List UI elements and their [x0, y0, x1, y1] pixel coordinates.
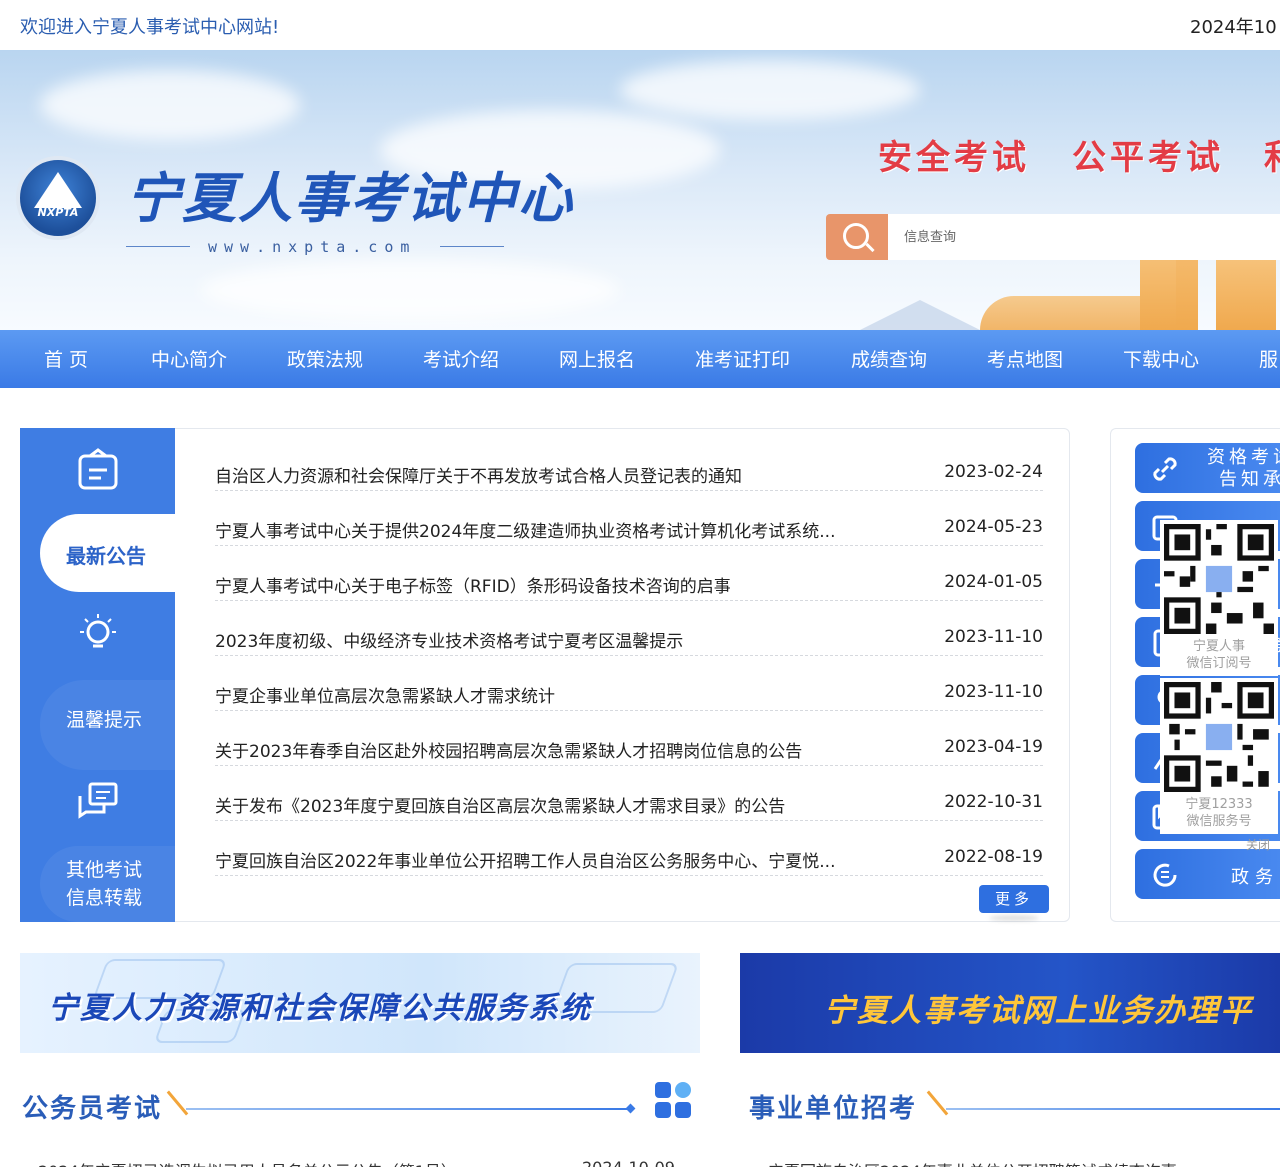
- news-row[interactable]: 关于发布《2023年度宁夏回族自治区高层次急需紧缺人才需求目录》的公告 2022…: [215, 766, 1043, 821]
- qr-code-icon: [1164, 524, 1274, 634]
- tab-latest-label[interactable]: 最新公告: [66, 540, 146, 569]
- cloud-decoration: [620, 60, 920, 120]
- news-title[interactable]: 宁夏人事考试中心关于提供2024年度二级建造师执业资格考试计算机化考试系统...: [215, 517, 915, 542]
- main-nav: 首 页 中心简介 政策法规 考试介绍 网上报名 准考证打印 成绩查询 考点地图 …: [0, 330, 1280, 388]
- news-row[interactable]: 自治区人力资源和社会保障厅关于不再发放考试合格人员登记表的通知 2023-02-…: [215, 436, 1043, 491]
- qr-code-icon: [1164, 682, 1274, 792]
- news-list-panel: 自治区人力资源和社会保障厅关于不再发放考试合格人员登记表的通知 2023-02-…: [175, 428, 1070, 922]
- nav-admission-ticket[interactable]: 准考证打印: [695, 345, 790, 372]
- news-title[interactable]: 关于发布《2023年度宁夏回族自治区高层次急需紧缺人才需求目录》的公告: [215, 792, 915, 817]
- qr-service-label-1: 宁夏12333: [1185, 797, 1253, 812]
- public-service-system-banner[interactable]: 宁夏人力资源和社会保障公共服务系统: [20, 953, 700, 1053]
- link-icon: [1153, 457, 1177, 481]
- news-date: 2024-05-23: [944, 517, 1043, 537]
- logo-abbr: NXPTA: [37, 206, 79, 219]
- welcome-text: 欢迎进入宁夏人事考试中心网站!: [20, 17, 280, 38]
- more-button[interactable]: 更多: [979, 885, 1049, 913]
- current-date: 2024年10: [1190, 17, 1277, 38]
- qualification-line1: 资格考试: [1207, 447, 1280, 468]
- tab-other-line2[interactable]: 信息转载: [66, 884, 142, 912]
- news-title[interactable]: 2023年度初级、中级经济专业技术资格考试宁夏考区温馨提示: [215, 627, 915, 652]
- search-input[interactable]: [888, 214, 1280, 260]
- news-row[interactable]: 宁夏人事考试中心关于电子标签（RFID）条形码设备技术咨询的启事 2024-01…: [215, 546, 1043, 601]
- news-row[interactable]: 宁夏人事考试中心关于提供2024年度二级建造师执业资格考试计算机化考试系统...…: [215, 491, 1043, 546]
- site-title: 宁夏人事考试中心: [126, 166, 574, 230]
- chat-icon: [78, 782, 118, 819]
- site-url: www.nxpta.com: [208, 238, 417, 256]
- logo-peak-icon: [34, 172, 82, 208]
- news-title[interactable]: 宁夏回族自治区2022年事业单位公开招聘工作人员自治区公务服务中心、宁夏悦...: [215, 847, 915, 872]
- skyline-decoration: [980, 220, 1280, 330]
- tab-other-line1[interactable]: 其他考试: [66, 856, 142, 884]
- news-row[interactable]: 宁夏企事业单位高层次急需紧缺人才需求统计 2023-11-10: [215, 656, 1043, 711]
- news-row[interactable]: 宁夏回族自治区2022年事业单位公开招聘工作人员自治区公务服务中心、宁夏悦...…: [215, 821, 1043, 876]
- public-service-system-title: 宁夏人力资源和社会保障公共服务系统: [48, 991, 592, 1026]
- news-date: 2023-11-10: [944, 682, 1043, 702]
- qr-service[interactable]: 宁夏12333 微信服务号: [1160, 678, 1278, 834]
- section-divider: [186, 1108, 630, 1110]
- qr-subscription-label-1: 宁夏人事: [1192, 639, 1245, 654]
- qr-close-button[interactable]: 关闭: [1246, 836, 1270, 853]
- nav-home[interactable]: 首 页: [44, 345, 88, 372]
- news-date: 2023-04-19: [944, 737, 1043, 757]
- news-tabs: 最新公告 温馨提示 其他考试 信息转载: [20, 428, 175, 922]
- nav-policy[interactable]: 政策法规: [287, 345, 363, 372]
- nav-downloads[interactable]: 下载中心: [1123, 345, 1199, 372]
- refresh-list-icon: [1153, 863, 1177, 887]
- online-business-platform-banner[interactable]: 宁夏人事考试网上业务办理平: [740, 953, 1280, 1053]
- nav-service[interactable]: 服: [1259, 345, 1278, 372]
- slogan-safe: 安全考试: [878, 138, 1030, 178]
- news-title[interactable]: 宁夏人事考试中心关于电子标签（RFID）条形码设备技术咨询的启事: [215, 572, 915, 597]
- nav-exam-map[interactable]: 考点地图: [987, 345, 1063, 372]
- qualification-line2: 告知承: [1219, 469, 1280, 490]
- news-title[interactable]: 宁夏企事业单位高层次急需紧缺人才需求统计: [215, 682, 915, 707]
- cloud-decoration: [40, 70, 300, 140]
- government-service-label: 政务: [1231, 867, 1279, 888]
- top-bar: 欢迎进入宁夏人事考试中心网站! 2024年10: [0, 0, 1280, 50]
- civil-servant-exam-title[interactable]: 公务员考试: [22, 1088, 162, 1125]
- news-row[interactable]: 关于2023年春季自治区赴外校园招聘高层次急需紧缺人才招聘岗位信息的公告 202…: [215, 711, 1043, 766]
- news-row[interactable]: 2023年度初级、中级经济专业技术资格考试宁夏考区温馨提示 2023-11-10: [215, 601, 1043, 656]
- government-service-button[interactable]: 政务: [1135, 849, 1280, 899]
- news-date: 2022-10-31: [944, 792, 1043, 812]
- nav-exam-intro[interactable]: 考试介绍: [423, 345, 499, 372]
- site-banner: NXPTA 宁夏人事考试中心 www.nxpta.com 安全考试 公平考试 和: [0, 50, 1280, 330]
- news-date: 2024-01-05: [944, 572, 1043, 592]
- online-business-platform-title: 宁夏人事考试网上业务办理平: [824, 993, 1253, 1029]
- civil-servant-news-item[interactable]: 2024年宁夏招录选调生拟录用人员名单公示公告（第1号）: [38, 1158, 457, 1167]
- qr-subscription-label-2: 微信订阅号: [1186, 656, 1252, 671]
- news-title[interactable]: 自治区人力资源和社会保障厅关于不再发放考试合格人员登记表的通知: [215, 462, 915, 487]
- lightbulb-icon: [80, 614, 116, 648]
- institution-recruitment-title[interactable]: 事业单位招考: [749, 1088, 917, 1125]
- news-title[interactable]: 关于2023年春季自治区赴外校园招聘高层次急需紧缺人才招聘岗位信息的公告: [215, 737, 915, 762]
- slogan-third: 和: [1264, 130, 1280, 179]
- site-logo[interactable]: NXPTA: [16, 156, 100, 240]
- mountain-decoration: [860, 300, 980, 330]
- section-divider: [946, 1108, 1280, 1110]
- news-date: 2023-02-24: [944, 462, 1043, 482]
- nav-registration[interactable]: 网上报名: [559, 345, 635, 372]
- search-button[interactable]: [826, 214, 888, 260]
- nav-about[interactable]: 中心简介: [151, 345, 227, 372]
- news-date: 2022-08-19: [944, 847, 1043, 867]
- slogan-fair: 公平考试: [1072, 138, 1224, 178]
- tab-warm-tips-label[interactable]: 温馨提示: [66, 706, 142, 734]
- qr-subscription[interactable]: 宁夏人事 微信订阅号: [1160, 520, 1278, 676]
- cloud-decoration: [200, 260, 620, 320]
- nav-score-query[interactable]: 成绩查询: [851, 345, 927, 372]
- institution-news-item[interactable]: 宁夏回族自治区2024年事业单位公开招聘笔试成绩查询事: [768, 1158, 1177, 1167]
- more-grid-icon[interactable]: [655, 1082, 693, 1120]
- news-date: 2023-11-10: [944, 627, 1043, 647]
- clipboard-icon: [78, 448, 118, 490]
- qualification-commitment-button[interactable]: 资格考试 告知承: [1135, 443, 1280, 493]
- qr-service-label-2: 微信服务号: [1186, 814, 1252, 829]
- civil-servant-news-date: 2024-10-09: [582, 1158, 675, 1167]
